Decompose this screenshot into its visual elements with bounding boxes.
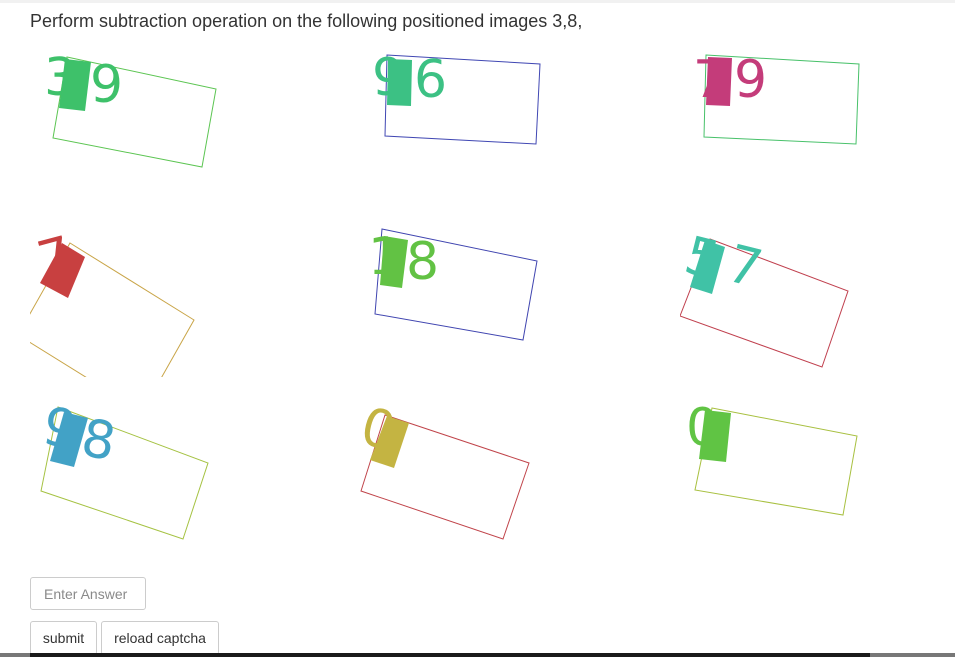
- image-patch: [387, 59, 412, 106]
- captcha-image-2: 9 6: [360, 45, 660, 205]
- image-digit: 8: [406, 232, 439, 292]
- submit-button[interactable]: submit: [30, 621, 97, 655]
- image-patch: [380, 236, 408, 288]
- image-digit: 7: [721, 234, 768, 300]
- captcha-image-5: 1 8: [360, 217, 660, 377]
- captcha-image-6: 5 7: [680, 217, 955, 377]
- image-digit: 9: [90, 55, 123, 115]
- bottom-edge: [0, 653, 955, 657]
- answer-input[interactable]: [30, 577, 146, 610]
- reload-captcha-button[interactable]: reload captcha: [101, 621, 219, 655]
- captcha-image-9: 0: [680, 385, 955, 545]
- captcha-image-3: 7 9: [680, 45, 955, 205]
- top-divider: [0, 0, 955, 3]
- image-digit: 6: [414, 50, 447, 110]
- captcha-image-7: 9 8: [30, 385, 330, 545]
- captcha-image-4: 7: [30, 217, 330, 377]
- captcha-image-8: 0: [355, 385, 655, 545]
- image-patch: [706, 57, 732, 106]
- captcha-instruction: Perform subtraction operation on the fol…: [30, 11, 583, 31]
- captcha-image-1: 3 9: [30, 45, 330, 205]
- image-digit: 9: [734, 50, 767, 110]
